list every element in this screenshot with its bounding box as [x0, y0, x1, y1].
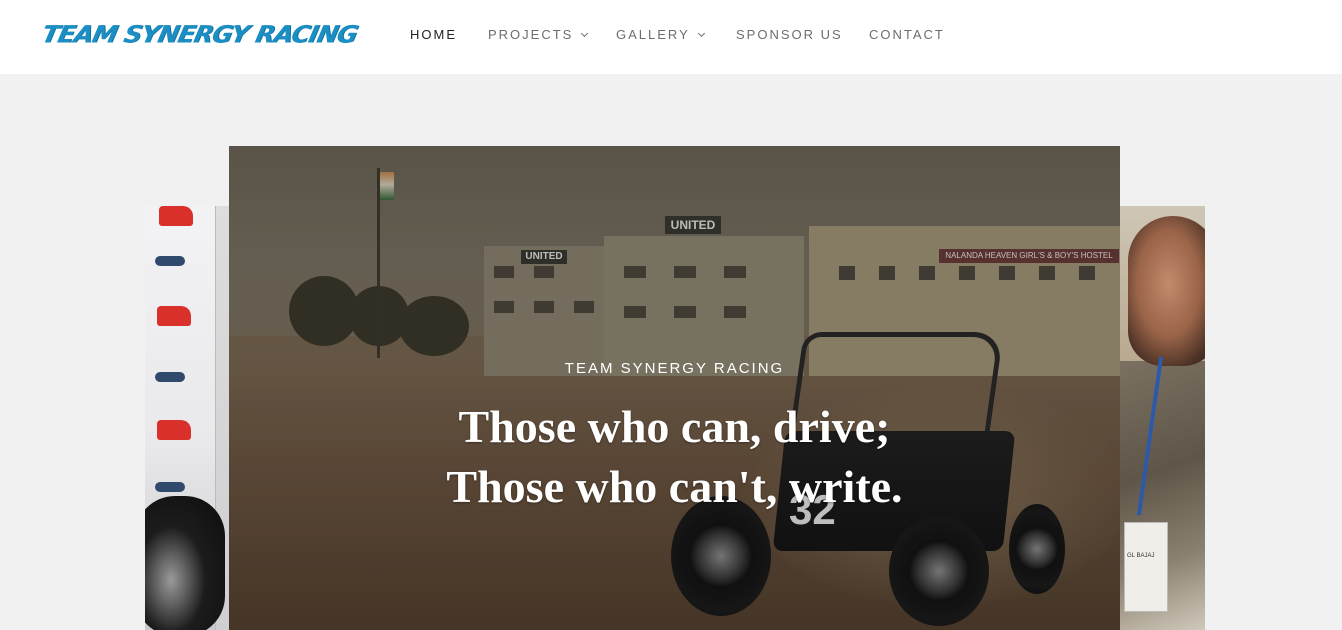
person-face	[1128, 216, 1205, 366]
sponsor-logo-image	[157, 306, 191, 326]
site-logo[interactable]: TEAM SYNERGY RACING	[39, 20, 360, 50]
sponsor-logo-image	[155, 256, 185, 266]
nav-contact[interactable]: CONTACT	[869, 26, 945, 44]
chevron-down-icon	[697, 29, 705, 38]
logo-wordmark: TEAM SYNERGY RACING	[39, 20, 360, 49]
sponsor-logo-image	[159, 206, 193, 226]
next-slide-image[interactable]: GL BAJAJ	[1120, 206, 1205, 630]
sponsor-logo-image	[155, 482, 185, 492]
previous-slide-image[interactable]	[145, 206, 229, 630]
hero-slide[interactable]: UNITED UNITED NALANDA HEAVEN GIRL'S & BO…	[229, 146, 1120, 630]
hero-headline-line-2: Those who can't, write.	[446, 461, 903, 512]
hero-dark-overlay	[229, 146, 1120, 630]
top-navigation-bar: TEAM SYNERGY RACING HOME PROJECTS GALLER…	[0, 0, 1342, 74]
nav-gallery[interactable]: GALLERY	[616, 26, 705, 44]
chevron-down-icon	[581, 29, 589, 38]
nav-sponsor-us[interactable]: SPONSOR US	[736, 26, 843, 44]
nav-projects-label: PROJECTS	[488, 27, 574, 42]
tyre-image	[145, 496, 225, 630]
nav-gallery-label: GALLERY	[616, 27, 690, 42]
sponsor-logo-image	[155, 372, 185, 382]
id-badge-text: GL BAJAJ	[1127, 553, 1155, 559]
hero-kicker: TEAM SYNERGY RACING	[564, 360, 785, 377]
id-badge: GL BAJAJ	[1124, 522, 1168, 612]
sponsor-logo-image	[157, 420, 191, 440]
nav-home[interactable]: HOME	[410, 26, 457, 44]
nav-projects[interactable]: PROJECTS	[488, 26, 589, 44]
hero-slider: GL BAJAJ UNITED UNITED NALANDA HEAVEN GI…	[0, 74, 1342, 630]
hero-headline-line-1: Those who can, drive;	[458, 401, 891, 452]
